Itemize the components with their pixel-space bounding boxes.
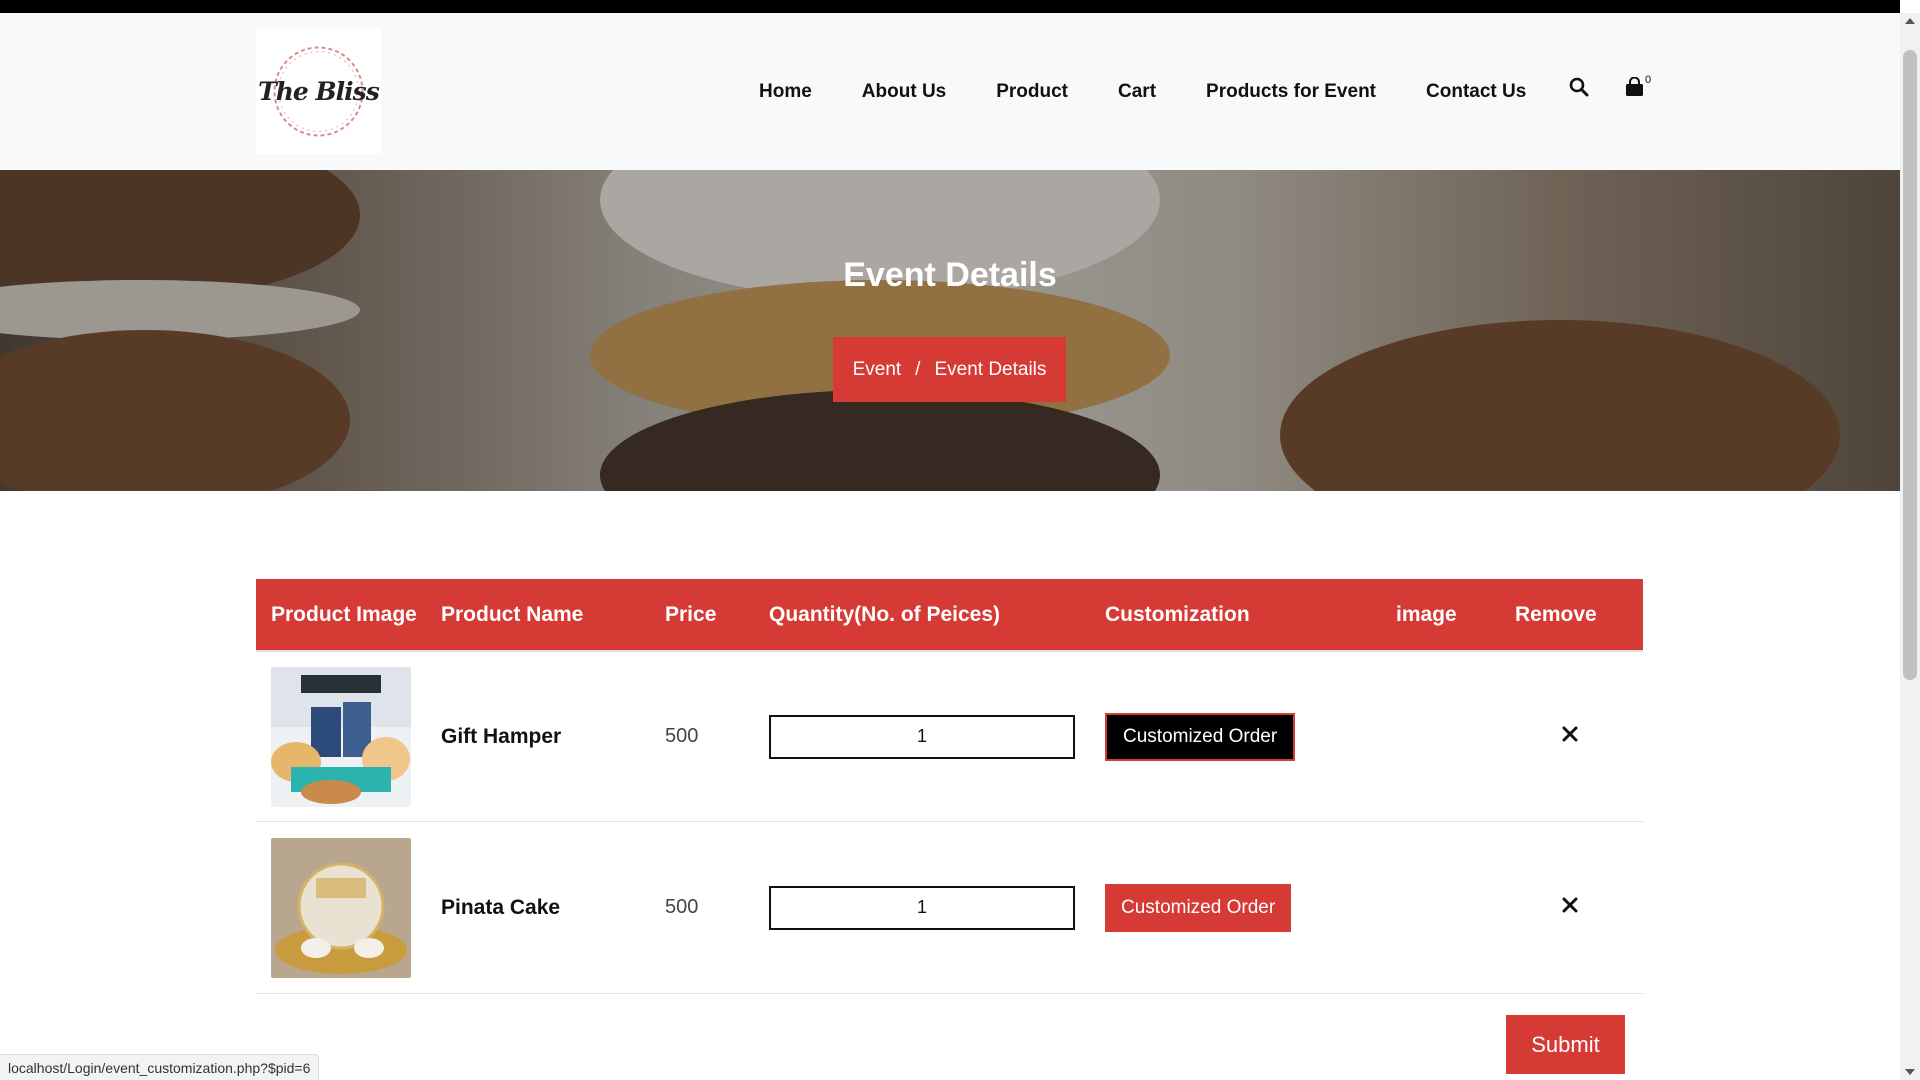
quantity-input[interactable] [769,885,1075,930]
top-bar [0,0,1900,13]
product-price: 500 [665,896,699,918]
product-name: Pinata Cake [441,895,561,919]
close-icon[interactable] [1562,726,1578,747]
header-remove: Remove [1515,602,1597,626]
table-row: Pinata Cake 500 Customized Order [256,822,1643,994]
table-row: Gift Hamper 500 Customized Order [256,650,1643,822]
nav-cart[interactable]: Cart [1118,81,1156,103]
hero-overlay [0,170,1900,491]
header-customization: Customization [1105,602,1250,626]
breadcrumb-separator: / [915,358,921,380]
header-price: Price [665,602,717,626]
customization-cell: Customized Order [1105,822,1292,993]
product-price: 500 [665,725,699,747]
nav-products-for-event[interactable]: Products for Event [1206,81,1376,103]
product-image-gift-hamper [271,666,411,807]
product-image-cell [271,652,411,821]
quantity-cell [769,822,1075,993]
nav-contact-us[interactable]: Contact Us [1426,81,1526,103]
customized-order-button[interactable]: Customized Order [1105,883,1292,932]
close-icon[interactable] [1562,897,1578,918]
product-image-cell [271,822,411,993]
breadcrumb-current: Event Details [934,358,1047,380]
shopping-bag-icon[interactable] [1625,76,1644,102]
quantity-input[interactable] [769,714,1075,759]
logo[interactable]: The Bliss [256,29,381,154]
header-image: image [1396,602,1457,626]
status-bar-url: localhost/Login/event_customization.php?… [0,1054,320,1080]
event-products-table: Product Image Product Name Price Quantit… [256,579,1643,994]
scroll-down-icon[interactable] [1900,1064,1920,1080]
page: The Bliss Home About Us Product Cart Pro… [0,0,1920,1080]
header-product-image: Product Image [271,602,417,626]
cart-count-badge: 0 [1645,74,1652,86]
header-product-name: Product Name [441,602,584,626]
product-name: Gift Hamper [441,724,562,748]
nav-home[interactable]: Home [759,81,812,103]
search-icon[interactable] [1569,77,1589,102]
breadcrumb-event-link[interactable]: Event [853,359,902,381]
remove-cell [1562,652,1578,821]
scrollbar-thumb[interactable] [1903,50,1917,680]
customization-cell: Customized Order [1105,652,1296,821]
header-quantity: Quantity(No. of Peices) [769,602,1001,626]
nav-about-us[interactable]: About Us [862,81,946,103]
breadcrumb: Event / Event Details [833,337,1066,402]
customized-order-button[interactable]: Customized Order [1105,712,1296,761]
logo-text: The Bliss [258,77,380,106]
product-image-pinata-cake [271,837,411,978]
nav-product[interactable]: Product [996,81,1068,103]
submit-button[interactable]: Submit [1506,1015,1625,1074]
quantity-cell [769,652,1075,821]
scroll-up-icon[interactable] [1900,13,1920,29]
page-title: Event Details [843,256,1057,294]
main-nav: Home About Us Product Cart Products for … [759,13,1526,170]
table-header: Product Image Product Name Price Quantit… [256,579,1643,650]
site-header: The Bliss Home About Us Product Cart Pro… [0,13,1900,170]
hero-banner: Event Details Event / Event Details [0,170,1900,491]
remove-cell [1562,822,1578,993]
